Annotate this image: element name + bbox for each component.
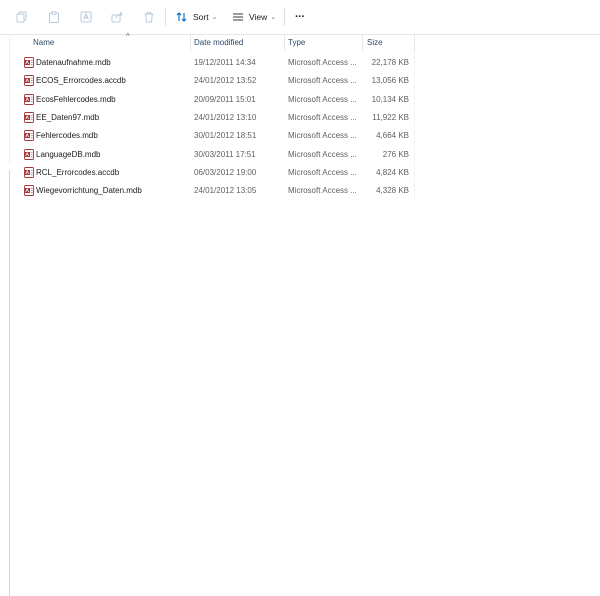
more-options-button[interactable]: ··· [295,0,305,34]
file-name: LanguageDB.mdb [36,150,101,159]
paste-icon [48,11,60,23]
toolbar-separator [284,8,285,26]
access-database-icon [24,167,34,178]
file-name: ECOS_Errorcodes.accdb [36,76,126,85]
view-list-icon [232,11,244,23]
chevron-down-icon: ⌄ [270,14,277,21]
file-size: 11,922 KB [372,113,409,122]
trash-icon [143,11,155,23]
file-type: Microsoft Access ... [288,168,357,177]
access-database-icon [24,112,34,123]
column-divider[interactable] [190,35,191,51]
column-header-type[interactable]: Type [288,35,305,51]
sort-label: Sort [193,12,209,22]
file-size: 13,056 KB [371,76,409,85]
file-row[interactable]: RCL_Errorcodes.accdb 06/03/2012 19:00 Mi… [22,164,416,181]
file-type: Microsoft Access ... [288,131,357,140]
access-database-icon [24,94,34,105]
file-size: 4,824 KB [376,168,409,177]
file-row[interactable]: Wiegevorrichtung_Daten.mdb 24/01/2012 13… [22,182,416,199]
sort-icon [176,11,188,23]
access-database-icon [24,57,34,68]
file-size: 4,664 KB [376,131,409,140]
file-date-modified: 24/01/2012 13:10 [194,113,257,122]
file-date-modified: 30/01/2012 18:51 [194,131,257,140]
nav-pane-border [9,34,10,164]
file-type: Microsoft Access ... [288,76,357,85]
sort-ascending-indicator: ^ [126,32,130,41]
file-type: Microsoft Access ... [288,95,357,104]
share-button[interactable] [111,0,123,34]
share-icon [111,11,123,23]
file-size: 10,134 KB [371,95,409,104]
file-date-modified: 20/09/2011 15:01 [194,95,256,104]
file-name: EE_Daten97.mdb [36,113,100,122]
column-header-date-modified[interactable]: Date modified [194,35,243,51]
file-name: RCL_Errorcodes.accdb [36,168,120,177]
toolbar-separator [165,8,166,26]
access-database-icon [24,75,34,86]
file-size: 4,328 KB [376,186,409,195]
copy-button[interactable] [16,0,28,34]
file-row[interactable]: EcosFehlercodes.mdb 20/09/2011 15:01 Mic… [22,91,416,108]
column-divider[interactable] [362,35,363,51]
file-date-modified: 24/01/2012 13:52 [194,76,257,85]
column-header-name[interactable]: Name [33,35,54,51]
file-date-modified: 24/01/2012 13:05 [194,186,257,195]
access-database-icon [24,185,34,196]
command-bar: Sort ⌄ View ⌄ ··· [0,0,600,35]
rename-icon [80,11,92,23]
file-name: Datenaufnahme.mdb [36,58,111,67]
file-type: Microsoft Access ... [288,186,357,195]
file-row[interactable]: Fehlercodes.mdb 30/01/2012 18:51 Microso… [22,127,416,144]
file-type: Microsoft Access ... [288,113,357,122]
file-date-modified: 30/03/2011 17:51 [194,150,256,159]
file-name: Fehlercodes.mdb [36,131,98,140]
column-header-size[interactable]: Size [367,35,383,51]
file-name: EcosFehlercodes.mdb [36,95,116,104]
file-size: 276 KB [382,150,409,159]
file-size: 22,178 KB [371,58,409,67]
chevron-down-icon: ⌄ [211,14,218,21]
file-type: Microsoft Access ... [288,58,357,67]
paste-button[interactable] [48,0,60,34]
file-date-modified: 06/03/2012 19:00 [194,168,257,177]
file-row[interactable]: EE_Daten97.mdb 24/01/2012 13:10 Microsof… [22,109,416,126]
view-button[interactable]: View ⌄ [232,0,276,34]
sort-button[interactable]: Sort ⌄ [176,0,217,34]
access-database-icon [24,149,34,160]
column-divider[interactable] [284,35,285,51]
more-icon: ··· [295,11,305,23]
nav-pane-border [9,170,10,596]
file-name: Wiegevorrichtung_Daten.mdb [36,186,142,195]
file-date-modified: 19/12/2011 14:34 [194,58,256,67]
view-label: View [249,12,268,22]
file-row[interactable]: Datenaufnahme.mdb 19/12/2011 14:34 Micro… [22,54,416,71]
file-row[interactable]: LanguageDB.mdb 30/03/2011 17:51 Microsof… [22,146,416,163]
file-row[interactable]: ECOS_Errorcodes.accdb 24/01/2012 13:52 M… [22,72,416,89]
access-database-icon [24,130,34,141]
column-header-row: ^ Name Date modified Type Size [22,32,416,51]
delete-button[interactable] [143,0,155,34]
file-type: Microsoft Access ... [288,150,357,159]
rename-button[interactable] [80,0,92,34]
column-divider[interactable] [414,35,415,51]
copy-icon [16,11,28,23]
